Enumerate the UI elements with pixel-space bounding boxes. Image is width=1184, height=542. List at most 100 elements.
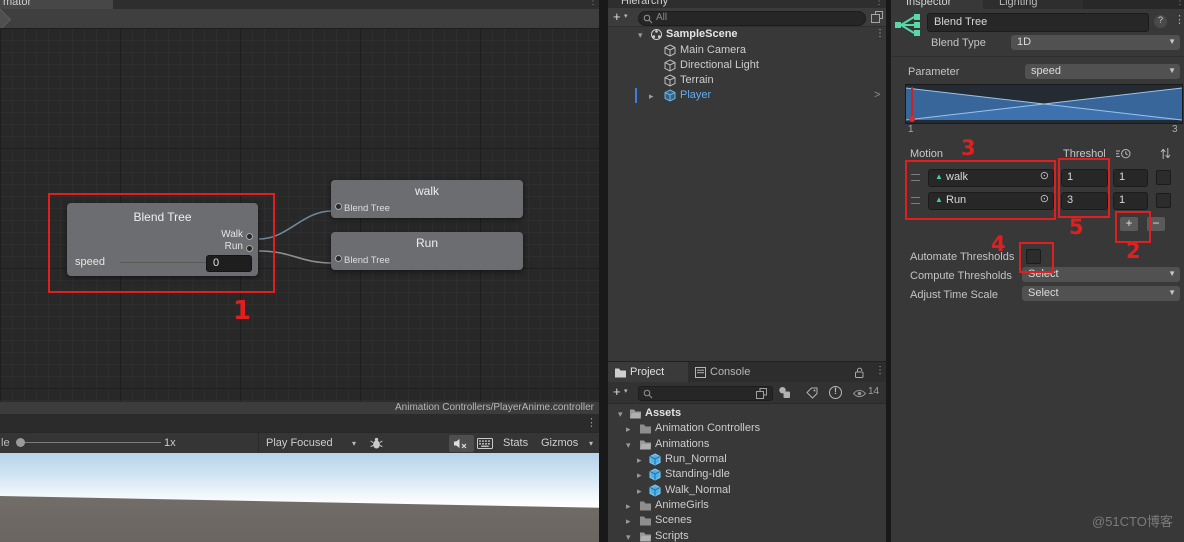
foldout-arrow-icon[interactable]: ▾ (638, 30, 643, 41)
project-row-animation-controllers[interactable]: ▸ Animation Controllers (608, 421, 886, 436)
debug-bug-icon[interactable] (370, 437, 383, 450)
walk-state-node[interactable]: walk Blend Tree (331, 180, 523, 218)
project-row-animegirls[interactable]: ▸ AnimeGirls (608, 498, 886, 513)
play-focused-arrow-icon[interactable]: ▾ (352, 439, 356, 449)
adjust-time-scale-dropdown[interactable]: Select ▼ (1022, 286, 1180, 301)
gizmos-button[interactable]: Gizmos (541, 437, 578, 451)
item-label: Scripts (655, 530, 689, 542)
help-icon[interactable]: ? (1154, 15, 1167, 28)
tab-lighting-label: Lighting (999, 0, 1038, 9)
project-row-run-normal[interactable]: ▸ Run_Normal (608, 452, 886, 467)
project-search-input[interactable] (638, 386, 773, 401)
project-tabbar: Project Console ⋮ (608, 361, 886, 383)
hierarchy-more-icon[interactable]: ⋮ (874, 0, 884, 8)
inspector-panel: Inspector Lighting ⋮ Blend Tree ? ⋮ Ble (891, 0, 1184, 542)
tab-inspector-label: Inspector (906, 0, 951, 9)
parameter-dropdown[interactable]: speed ▼ (1025, 64, 1180, 79)
foldout-arrow-icon[interactable]: ▸ (626, 501, 631, 512)
scene-picker-icon[interactable] (871, 11, 883, 23)
hierarchy-row-main-camera[interactable]: Main Camera (608, 43, 886, 58)
blend-tree-name-field[interactable]: Blend Tree (927, 13, 1149, 32)
divider-left[interactable] (599, 0, 608, 542)
create-button[interactable]: + (613, 9, 621, 25)
tab-animator[interactable]: mator (0, 0, 113, 9)
search-icon (643, 389, 653, 399)
project-row-scenes[interactable]: ▸ Scenes (608, 513, 886, 528)
adjust-time-scale-label: Adjust Time Scale (910, 289, 998, 303)
dropdown-arrow-icon: ▼ (1168, 269, 1176, 278)
foldout-arrow-icon[interactable]: ▾ (618, 409, 623, 420)
folder-icon (639, 515, 652, 526)
keyboard-icon[interactable] (477, 438, 493, 449)
project-row-scripts[interactable]: ▾ Scripts (608, 529, 886, 542)
animator-graph[interactable]: Blend Tree Walk Run speed 0 walk Blend T… (0, 28, 599, 401)
mirror-checkbox[interactable] (1156, 193, 1171, 208)
run-state-node[interactable]: Run Blend Tree (331, 232, 523, 270)
annotation-number-5: 5 (1069, 215, 1084, 239)
scene-more-icon[interactable]: ⋮ (875, 28, 885, 41)
game-view-header-strip: ⋮ (0, 414, 599, 432)
foldout-arrow-icon[interactable]: ▸ (626, 516, 631, 527)
project-row-animations[interactable]: ▾ Animations (608, 437, 886, 452)
scale-slider-knob[interactable] (16, 438, 25, 447)
prefab-cube-icon (664, 89, 676, 102)
project-row-standing-idle[interactable]: ▸ Standing-Idle (608, 467, 886, 482)
unity-editor-window: mator ⋮ Blend Tree Walk Run speed (0, 0, 1184, 542)
player-chevron-icon[interactable]: > (874, 89, 880, 103)
stats-button[interactable]: Stats (503, 437, 528, 451)
header-more-icon[interactable]: ⋮ (1174, 14, 1184, 28)
warning-filter-icon[interactable]: ! (829, 386, 842, 399)
project-more-icon[interactable]: ⋮ (875, 365, 885, 378)
foldout-arrow-icon[interactable]: ▾ (626, 440, 631, 451)
hierarchy-row-samplescene[interactable]: ▾ SampleScene ⋮ (608, 27, 886, 42)
mute-audio-button[interactable] (449, 435, 474, 452)
tab-lighting[interactable]: Lighting (983, 0, 1083, 9)
blend-graph[interactable] (905, 84, 1183, 124)
animator-window-more-icon[interactable]: ⋮ (588, 0, 598, 9)
item-label: Assets (645, 407, 681, 421)
folder-icon (639, 423, 652, 434)
mirror-checkbox[interactable] (1156, 170, 1171, 185)
hierarchy-row-player[interactable]: ▸ Player > (608, 88, 886, 103)
project-row-walk-normal[interactable]: ▸ Walk_Normal (608, 483, 886, 498)
scale-slider-track[interactable] (25, 442, 161, 443)
foldout-arrow-icon[interactable]: ▸ (637, 455, 642, 466)
project-toolbar: + ▾ ! 14 (608, 382, 886, 404)
animator-toolbar (0, 9, 599, 29)
search-by-label-icon[interactable] (806, 387, 818, 399)
foldout-arrow-icon[interactable]: ▸ (649, 91, 654, 102)
foldout-arrow-icon[interactable]: ▸ (637, 470, 642, 481)
foldout-arrow-icon[interactable]: ▸ (637, 486, 642, 497)
hidden-count-eye-icon[interactable] (853, 389, 866, 398)
search-by-type-icon[interactable] (778, 386, 792, 399)
hierarchy-toolbar: + ▾ All (608, 8, 886, 27)
game-view-more-icon[interactable]: ⋮ (586, 417, 597, 431)
time-scale-field[interactable]: 1 (1113, 169, 1148, 187)
hierarchy-search-input[interactable]: All (638, 11, 866, 26)
play-focused-dropdown[interactable]: Play Focused (266, 437, 333, 451)
tab-project[interactable]: Project (608, 362, 688, 383)
gizmos-arrow-icon[interactable]: ▾ (589, 439, 593, 449)
item-label-selected: Player (680, 89, 711, 103)
create-arrow-icon[interactable]: ▾ (624, 13, 628, 22)
project-create-arrow-icon[interactable]: ▾ (624, 388, 628, 397)
inspector-more-icon[interactable]: ⋮ (1175, 0, 1184, 9)
blend-type-dropdown[interactable]: 1D ▼ (1011, 35, 1180, 50)
lock-icon[interactable] (854, 367, 865, 379)
foldout-arrow-icon[interactable]: ▸ (626, 424, 631, 435)
tab-inspector[interactable]: Inspector (891, 0, 983, 9)
warning-glyph: ! (834, 386, 837, 397)
foldout-arrow-icon[interactable]: ▾ (626, 532, 631, 542)
time-scale-field[interactable]: 1 (1113, 192, 1148, 210)
game-view[interactable] (0, 453, 599, 542)
project-create-button[interactable]: + (613, 384, 621, 400)
project-row-assets[interactable]: ▾ Assets (608, 406, 886, 421)
tab-console[interactable]: Console (688, 362, 773, 383)
tab-hierarchy[interactable]: Hierarchy (621, 0, 668, 8)
parameter-value: speed (1031, 65, 1061, 79)
hierarchy-row-directional-light[interactable]: Directional Light (608, 58, 886, 73)
hierarchy-row-terrain[interactable]: Terrain (608, 73, 886, 88)
folder-open-icon (639, 531, 652, 542)
walk-node-title: walk (331, 184, 523, 199)
open-search-window-icon[interactable] (756, 388, 767, 399)
